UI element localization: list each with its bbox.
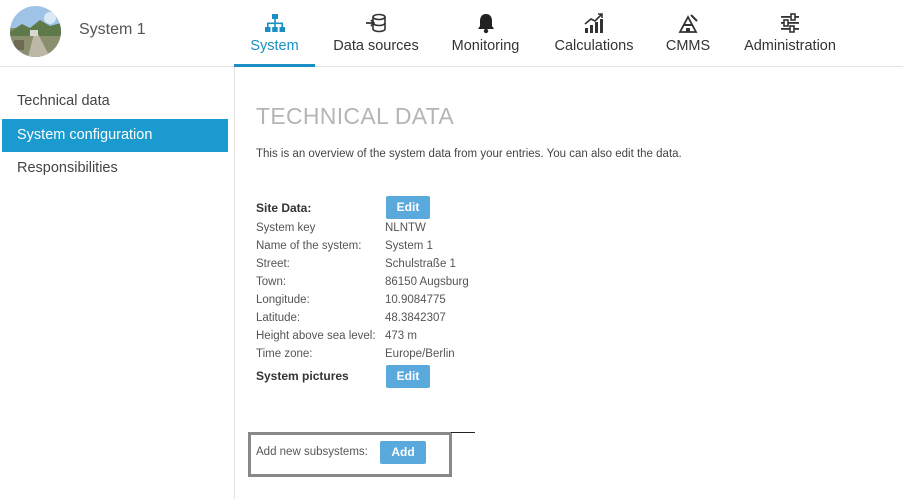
sitemap-icon <box>264 14 285 32</box>
sidebar: Technical data System configuration Resp… <box>0 67 235 499</box>
nav-tab-cmms[interactable]: CMMS <box>662 0 714 67</box>
field-label: Name of the system: <box>256 240 362 252</box>
main-content: TECHNICAL DATA This is an overview of th… <box>235 67 903 499</box>
sidebar-item-label: Responsibilities <box>17 160 118 176</box>
nav-tab-label: System <box>250 38 299 54</box>
field-label: Longitude: <box>256 294 310 306</box>
field-label: Latitude: <box>256 312 301 324</box>
database-import-icon <box>366 13 386 33</box>
system-pictures-label: System pictures <box>256 369 349 383</box>
field-label: Time zone: <box>256 348 313 360</box>
field-value: 10.9084775 <box>385 294 446 306</box>
nav-tab-label: Data sources <box>333 38 419 54</box>
field-label: Street: <box>256 258 290 270</box>
edit-pictures-button[interactable]: Edit <box>386 365 430 388</box>
field-value: 48.3842307 <box>385 312 446 324</box>
site-photo-avatar[interactable] <box>10 6 61 57</box>
field-value: NLNTW <box>385 222 426 234</box>
site-data-label: Site Data: <box>256 201 312 215</box>
field-value: Europe/Berlin <box>385 348 455 360</box>
nav-tab-label: CMMS <box>665 38 711 54</box>
nav-tab-label: Calculations <box>554 38 634 54</box>
field-label: Town: <box>256 276 287 288</box>
sidebar-item-technical-data[interactable]: Technical data <box>2 85 228 118</box>
field-value: System 1 <box>385 240 433 252</box>
nav-tab-system[interactable]: System <box>234 0 315 67</box>
field-value: Schulstraße 1 <box>385 258 456 270</box>
maintenance-icon <box>678 14 698 33</box>
nav-tab-label: Administration <box>744 38 836 54</box>
top-header: System 1 System Data sources Monitoring … <box>0 0 903 67</box>
edit-site-data-button[interactable]: Edit <box>386 196 430 219</box>
field-value: 86150 Augsburg <box>385 276 469 288</box>
nav-tab-monitoring[interactable]: Monitoring <box>444 0 527 67</box>
intro-text: This is an overview of the system data f… <box>256 148 682 160</box>
bell-icon <box>477 14 494 34</box>
field-label: System key <box>256 222 316 234</box>
divider-line <box>451 432 475 433</box>
sidebar-item-responsibilities[interactable]: Responsibilities <box>2 152 228 185</box>
sidebar-item-system-configuration[interactable]: System configuration <box>2 119 228 152</box>
nav-tab-data-sources[interactable]: Data sources <box>326 0 426 67</box>
nav-tab-administration[interactable]: Administration <box>739 0 841 67</box>
field-label: Height above sea level: <box>256 330 376 342</box>
sidebar-item-label: System configuration <box>17 127 153 143</box>
system-name: System 1 <box>79 21 146 38</box>
nav-tab-calculations[interactable]: Calculations <box>548 0 640 67</box>
nav-tab-label: Monitoring <box>451 38 520 54</box>
chart-trend-icon <box>584 13 603 33</box>
page-title: TECHNICAL DATA <box>256 103 455 129</box>
add-subsystem-button[interactable]: Add <box>380 441 426 464</box>
sliders-icon <box>781 13 799 33</box>
field-value: 473 m <box>385 330 417 342</box>
sidebar-item-label: Technical data <box>17 93 110 109</box>
add-subsystems-label: Add new subsystems: <box>256 446 368 458</box>
